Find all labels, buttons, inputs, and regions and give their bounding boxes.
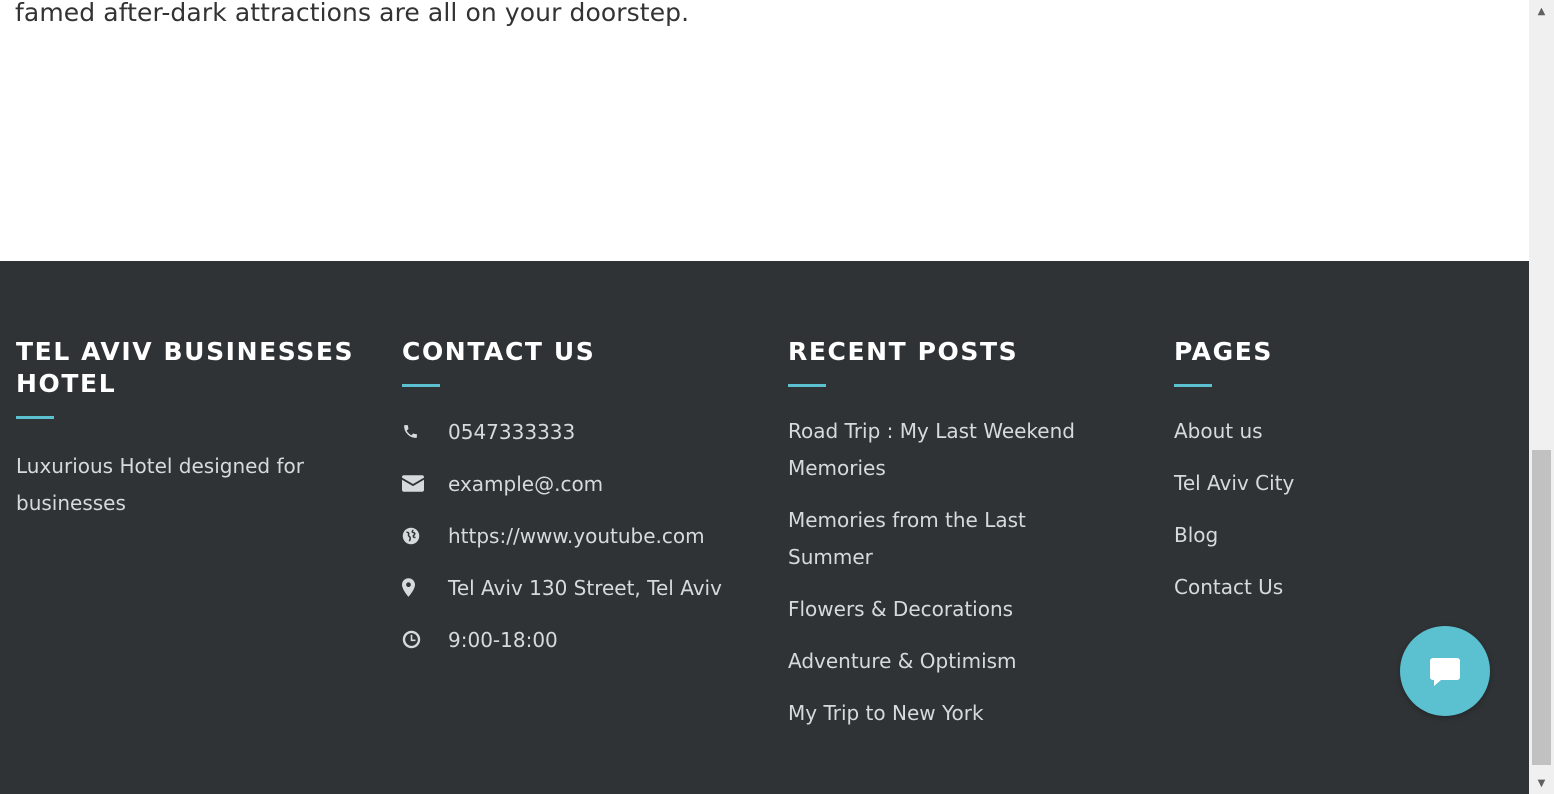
pages-title: PAGES: [1174, 337, 1273, 366]
recent-posts-title: RECENT POSTS: [788, 337, 1019, 366]
contact-address-text: Tel Aviv 130 Street, Tel Aviv: [448, 575, 722, 600]
contact-website[interactable]: https://www.youtube.com: [402, 517, 762, 554]
footer-contact-column: CONTACT US 0547333333 example@.com https…: [402, 336, 762, 673]
contact-website-text: https://www.youtube.com: [448, 523, 705, 548]
contact-hours: 9:00-18:00: [402, 621, 762, 658]
page-link-blog[interactable]: Blog: [1174, 517, 1474, 554]
about-title: TEL AVIV BUSINESSES HOTEL: [16, 337, 355, 398]
page-link-about-us[interactable]: About us: [1174, 413, 1474, 450]
phone-icon: [402, 423, 448, 440]
scroll-up-arrow-icon[interactable]: ▲: [1529, 0, 1554, 22]
title-underline: [1174, 384, 1212, 387]
recent-post-link[interactable]: Adventure & Optimism: [788, 643, 1108, 680]
footer-recent-posts-column: RECENT POSTS Road Trip : My Last Weekend…: [788, 336, 1108, 747]
page-link-contact-us[interactable]: Contact Us: [1174, 569, 1474, 606]
chat-bubble-icon: [1430, 658, 1460, 686]
contact-phone-text: 0547333333: [448, 419, 576, 444]
contact-email-text: example@.com: [448, 471, 604, 496]
title-underline: [788, 384, 826, 387]
contact-phone[interactable]: 0547333333: [402, 413, 762, 450]
pages-list: About us Tel Aviv City Blog Contact Us: [1174, 413, 1474, 606]
contact-list: 0547333333 example@.com https://www.yout…: [402, 413, 762, 658]
page: famed after-dark attractions are all on …: [0, 0, 1529, 794]
chat-button[interactable]: [1400, 626, 1490, 716]
globe-icon: [402, 527, 448, 545]
scroll-down-arrow-icon[interactable]: ▼: [1529, 772, 1554, 794]
recent-post-link[interactable]: My Trip to New York: [788, 695, 1108, 732]
title-underline: [16, 416, 54, 419]
recent-post-link[interactable]: Memories from the Last Summer: [788, 502, 1108, 576]
scrollbar-thumb[interactable]: [1532, 450, 1551, 765]
envelope-icon: [402, 475, 448, 492]
page-link-tel-aviv-city[interactable]: Tel Aviv City: [1174, 465, 1474, 502]
page-scrollbar[interactable]: ▲ ▼: [1529, 0, 1554, 794]
map-marker-icon: [402, 578, 448, 597]
footer-about-column: TEL AVIV BUSINESSES HOTEL Luxurious Hote…: [16, 336, 356, 522]
about-description: Luxurious Hotel designed for businesses: [16, 454, 304, 515]
recent-post-link[interactable]: Flowers & Decorations: [788, 591, 1108, 628]
site-footer: TEL AVIV BUSINESSES HOTEL Luxurious Hote…: [0, 261, 1529, 794]
footer-pages-column: PAGES About us Tel Aviv City Blog Contac…: [1174, 336, 1474, 621]
contact-email[interactable]: example@.com: [402, 465, 762, 502]
recent-posts-list: Road Trip : My Last Weekend Memories Mem…: [788, 413, 1108, 732]
contact-title: CONTACT US: [402, 337, 596, 366]
title-underline: [402, 384, 440, 387]
contact-address[interactable]: Tel Aviv 130 Street, Tel Aviv: [402, 569, 762, 606]
recent-post-link[interactable]: Road Trip : My Last Weekend Memories: [788, 413, 1108, 487]
intro-text: famed after-dark attractions are all on …: [15, 0, 690, 27]
clock-icon: [402, 630, 448, 649]
contact-hours-text: 9:00-18:00: [448, 627, 558, 652]
